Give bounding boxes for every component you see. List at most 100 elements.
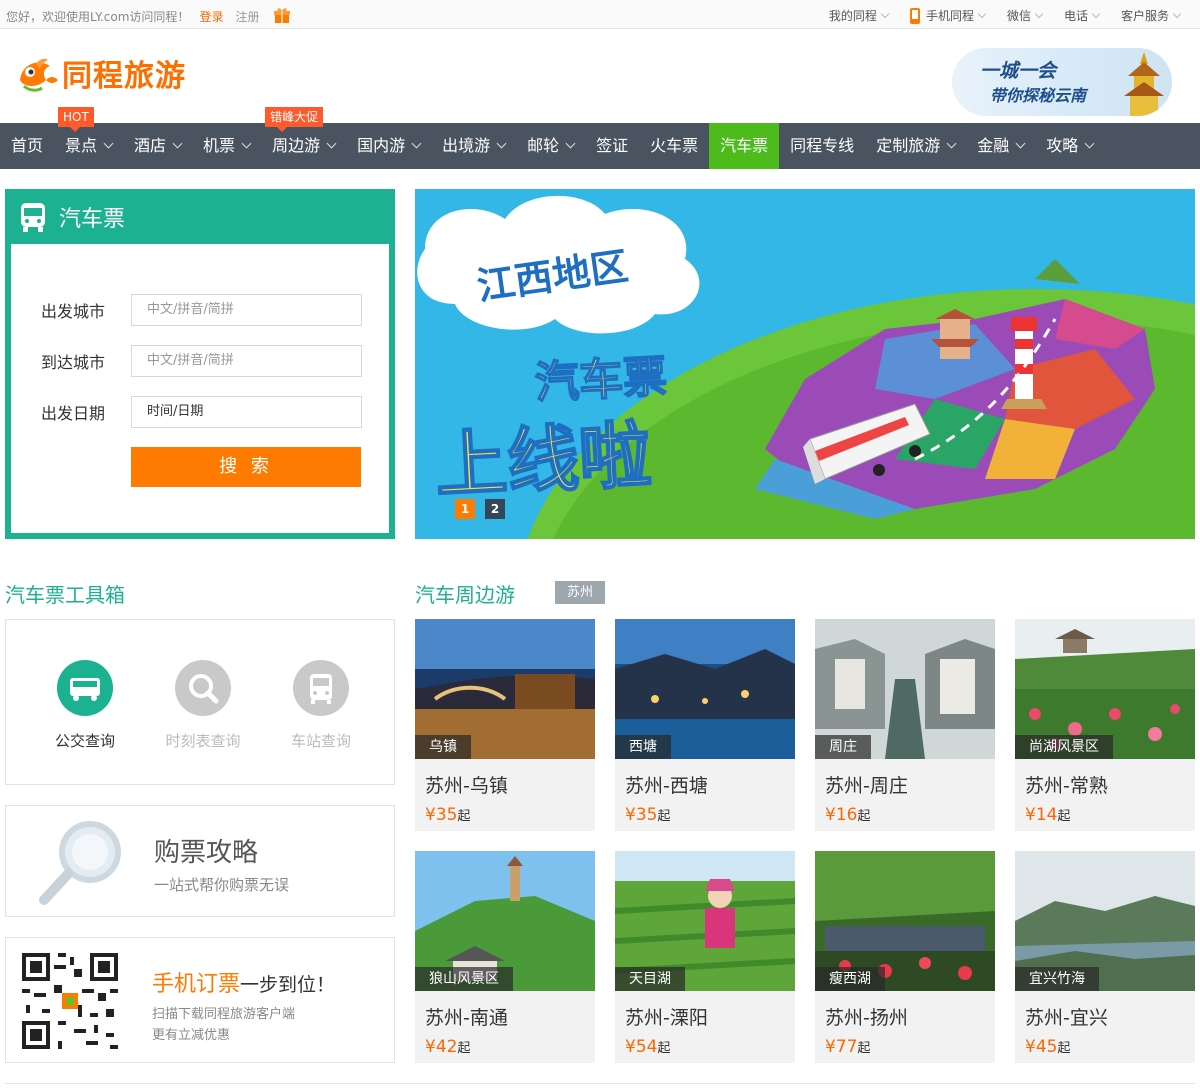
wechat-link[interactable]: 微信 [1007, 7, 1044, 24]
chevron-down-icon [496, 138, 507, 148]
banner-illustration: 江西地区 汽车票 上线啦 [417, 195, 1195, 539]
nav-item-home[interactable]: 首页 [0, 123, 54, 169]
banner-page-1[interactable]: 1 [455, 499, 475, 519]
hero-banner[interactable]: 江西地区 汽车票 上线啦 1 2 [415, 189, 1195, 539]
guide-subtitle: 一站式帮你购票无误 [154, 876, 290, 894]
phone-link[interactable]: 电话 [1064, 7, 1101, 24]
to-city-input[interactable]: 中文/拼音/简拼 [131, 345, 362, 377]
chevron-down-icon [241, 138, 252, 148]
trip-card-changshu[interactable]: 尚湖风景区 苏州-常熟 ¥14起 [1015, 619, 1195, 831]
trip-card-price: ¥42起 [425, 1037, 471, 1057]
trip-card-zhouzhuang[interactable]: 周庄 苏州-周庄 ¥16起 [815, 619, 995, 831]
top-bar-left: 您好，欢迎使用LY.com访问同程！ 登录 注册 [6, 7, 291, 25]
trip-card-xitang[interactable]: 西塘 苏州-西塘 ¥35起 [615, 619, 795, 831]
trip-card-price: ¥35起 [425, 805, 471, 825]
banner-line-1: 汽车票 [534, 351, 668, 409]
trip-card-price: ¥35起 [625, 805, 671, 825]
nav-item-hotel[interactable]: 酒店 [123, 123, 192, 169]
date-input[interactable]: 时间/日期 [131, 396, 362, 428]
trip-card-yangzhou[interactable]: 瘦西湖 苏州-扬州 ¥77起 [815, 851, 995, 1063]
from-label: 出发城市 [41, 302, 106, 321]
station-icon [293, 660, 349, 716]
login-link[interactable]: 登录 [199, 8, 223, 25]
chevron-down-icon [411, 138, 422, 148]
search-form: 出发城市 中文/拼音/简拼 到达城市 中文/拼音/简拼 出发日期 时间/日期 搜… [11, 244, 389, 533]
trip-card-place: 天目湖 [615, 967, 685, 991]
logo[interactable]: 同程旅游 [14, 50, 186, 96]
nav-item-domestic[interactable]: 国内游 [346, 123, 431, 169]
trip-card-route: 苏州-宜兴 [1025, 1007, 1108, 1029]
nav-item-special-line[interactable]: 同程专线 [779, 123, 865, 169]
search-icon [175, 660, 231, 716]
nav-item-finance[interactable]: 金融 [966, 123, 1035, 169]
trip-card-place: 西塘 [615, 735, 671, 759]
bus-icon [57, 660, 113, 716]
nav-item-custom-travel[interactable]: 定制旅游 [865, 123, 966, 169]
my-tongcheng-link[interactable]: 我的同程 [829, 7, 890, 24]
chevron-down-icon [172, 138, 183, 148]
main-nav: 首页 HOT 景点 酒店 机票 错峰大促 周边游 国内游 出境游 邮轮 签证 火车票… [0, 107, 1200, 169]
trip-card-price: ¥16起 [825, 805, 871, 825]
nav-item-flights[interactable]: 机票 [192, 123, 261, 169]
trip-card-place: 乌镇 [415, 735, 471, 759]
city-tag[interactable]: 苏州 [555, 581, 605, 604]
search-button[interactable]: 搜 索 [131, 447, 361, 487]
phone-icon [909, 7, 920, 24]
trip-card-route: 苏州-南通 [425, 1007, 508, 1029]
nav-item-weekend-trips[interactable]: 错峰大促 周边游 [261, 107, 346, 169]
date-row: 出发日期 时间/日期 [41, 396, 362, 428]
timetable-query-tool[interactable]: 时刻表查询 [153, 660, 253, 751]
tool-label: 车站查询 [290, 732, 351, 750]
logo-text: 同程旅游 [62, 59, 186, 94]
ticket-guide[interactable]: 购票攻略 一站式帮你购票无误 [5, 805, 395, 917]
trip-card-yixing[interactable]: 宜兴竹海 苏州-宜兴 ¥45起 [1015, 851, 1195, 1063]
trip-card-price: ¥45起 [1025, 1037, 1071, 1057]
to-label: 到达城市 [41, 353, 106, 372]
panel-title: 汽车票 [59, 206, 126, 232]
mobile-subtitle: 扫描下载同程旅游客户端 更有立减优惠 [152, 1007, 296, 1043]
banner-page-2[interactable]: 2 [485, 499, 505, 519]
chevron-down-icon [977, 9, 987, 18]
chevron-down-icon [326, 138, 337, 148]
trip-card-price: ¥54起 [625, 1037, 671, 1057]
register-link[interactable]: 注册 [235, 8, 259, 25]
chevron-down-icon [1084, 138, 1095, 148]
from-city-input[interactable]: 中文/拼音/简拼 [131, 294, 362, 326]
bottom-divider [5, 1083, 1195, 1084]
trip-card-nantong[interactable]: 狼山风景区 苏州-南通 ¥42起 [415, 851, 595, 1063]
qr-code-icon[interactable] [18, 949, 122, 1053]
trip-card-liyang[interactable]: 天目湖 苏州-溧阳 ¥54起 [615, 851, 795, 1063]
guide-title: 购票攻略 [154, 838, 259, 868]
trip-card-place: 狼山风景区 [415, 967, 513, 991]
top-bar: 您好，欢迎使用LY.com访问同程！ 登录 注册 我的同程 手机同程 微信 电话… [0, 0, 1200, 29]
banner-line-2: 上线啦 [433, 413, 653, 508]
trip-card-wuzhen[interactable]: 乌镇 苏州-乌镇 ¥35起 [415, 619, 595, 831]
nav-item-guides[interactable]: 攻略 [1035, 123, 1104, 169]
gift-icon[interactable] [273, 6, 291, 24]
mobile-title: 手机订票一步到位！ [152, 972, 336, 997]
nav-item-attractions[interactable]: HOT 景点 [54, 107, 123, 169]
trip-card-route: 苏州-周庄 [825, 775, 908, 797]
logo-fish-icon [14, 50, 60, 96]
mobile-tongcheng-link[interactable]: 手机同程 [909, 7, 987, 24]
station-query-tool[interactable]: 车站查询 [271, 660, 371, 751]
nav-item-outbound[interactable]: 出境游 [431, 123, 516, 169]
chevron-down-icon [1015, 138, 1026, 148]
trip-card-place: 周庄 [815, 735, 871, 759]
nav-item-train[interactable]: 火车票 [639, 123, 709, 169]
bus-search-panel: 汽车票 出发城市 中文/拼音/简拼 到达城市 中文/拼音/简拼 出发日期 时间/… [5, 189, 395, 539]
bus-query-tool[interactable]: 公交查询 [35, 660, 135, 751]
nav-item-visa[interactable]: 签证 [585, 123, 639, 169]
trip-card-route: 苏州-西塘 [625, 775, 708, 797]
pagoda-icon [1120, 50, 1168, 116]
bus-icon [19, 201, 47, 233]
nav-item-bus[interactable]: 汽车票 [709, 123, 780, 169]
customer-service-link[interactable]: 客户服务 [1121, 7, 1182, 24]
promo-line-2: 带你探秘云南 [990, 86, 1087, 105]
promo-banner[interactable]: 一城一会 带你探秘云南 [952, 48, 1172, 116]
trip-card-route: 苏州-常熟 [1025, 775, 1108, 797]
header: 同程旅游 一城一会 带你探秘云南 [0, 30, 1200, 123]
trip-card-route: 苏州-乌镇 [425, 775, 508, 797]
nav-item-cruise[interactable]: 邮轮 [516, 123, 585, 169]
panel-header: 汽车票 [5, 189, 395, 244]
